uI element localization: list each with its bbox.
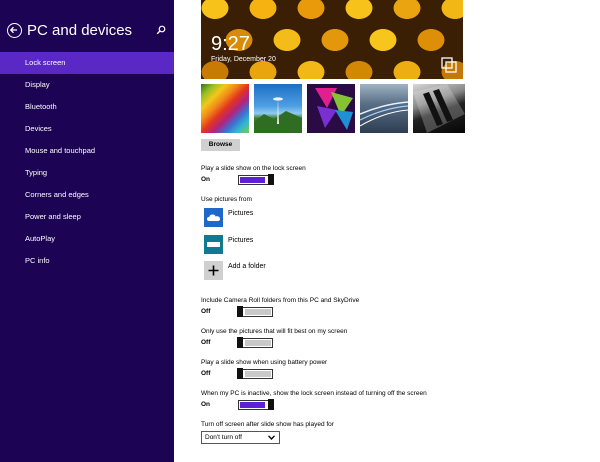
cloud-icon <box>204 208 223 227</box>
sidebar-item-lock-screen[interactable]: Lock screen <box>0 52 174 74</box>
turn-off-dropdown[interactable]: Don't turn off <box>201 431 280 444</box>
slideshow-toggle[interactable] <box>238 174 274 185</box>
browse-button[interactable]: Browse <box>201 139 240 151</box>
lock-screen-preview: 9:27 Friday, December 20 <box>201 0 463 79</box>
camera-roll-toggle[interactable] <box>237 306 273 317</box>
battery-state: Off <box>201 370 211 377</box>
drive-icon <box>204 235 223 254</box>
slideshow-state: On <box>201 176 211 183</box>
turn-off-value: Don't turn off <box>205 433 242 441</box>
inactive-label: When my PC is inactive, show the lock sc… <box>201 390 427 397</box>
sidebar-item-mouse-and-touchpad[interactable]: Mouse and touchpad <box>0 140 174 162</box>
thumbnail-geometric-shapes[interactable] <box>307 84 355 133</box>
picture-source-label: Pictures <box>228 210 254 217</box>
sidebar-item-display[interactable]: Display <box>0 74 174 96</box>
geometric-shapes-image <box>315 88 353 130</box>
light-trails-image <box>360 101 408 127</box>
best-fit-state: Off <box>201 339 211 346</box>
plus-icon <box>204 261 223 280</box>
sidebar-item-power-and-sleep[interactable]: Power and sleep <box>0 206 174 228</box>
sidebar-item-corners-and-edges[interactable]: Corners and edges <box>0 184 174 206</box>
thumbnail-light-trails[interactable] <box>360 84 408 133</box>
turn-off-label: Turn off screen after slide show has pla… <box>201 421 334 428</box>
camera-roll-label: Include Camera Roll folders from this PC… <box>201 297 360 304</box>
thumbnail-colorful-stripes[interactable] <box>201 84 249 133</box>
back-arrow-icon <box>9 26 17 34</box>
main-content: 9:27 Friday, December 20 Browse Play a s… <box>174 0 600 462</box>
sidebar: PC and devices Lock screen Display Bluet… <box>0 0 174 462</box>
preview-time: 9:27 <box>211 33 250 55</box>
sidebar-item-typing[interactable]: Typing <box>0 162 174 184</box>
space-needle-image <box>254 97 302 133</box>
best-fit-label: Only use the pictures that will fit best… <box>201 328 348 335</box>
add-folder-label: Add a folder <box>228 263 266 270</box>
slideshow-label: Play a slide show on the lock screen <box>201 165 306 172</box>
use-pictures-label: Use pictures from <box>201 196 252 203</box>
battery-label: Play a slide show when using battery pow… <box>201 359 328 366</box>
picture-thumbnails <box>201 84 465 133</box>
best-fit-toggle[interactable] <box>237 337 273 348</box>
thumbnail-piano-keys[interactable] <box>413 84 465 133</box>
inactive-toggle[interactable] <box>238 399 274 410</box>
sidebar-item-autoplay[interactable]: AutoPlay <box>0 228 174 250</box>
sidebar-item-devices[interactable]: Devices <box>0 118 174 140</box>
picture-source-label: Pictures <box>228 237 254 244</box>
chevron-down-icon <box>268 435 275 440</box>
battery-toggle[interactable] <box>237 368 273 379</box>
back-button[interactable] <box>7 23 22 38</box>
sidebar-item-pc-info[interactable]: PC info <box>0 250 174 272</box>
sidebar-nav: Lock screen Display Bluetooth Devices Mo… <box>0 52 174 272</box>
piano-keys-image <box>413 84 465 133</box>
screens-icon <box>441 57 457 73</box>
preview-date: Friday, December 20 <box>211 56 276 63</box>
sidebar-item-bluetooth[interactable]: Bluetooth <box>0 96 174 118</box>
inactive-state: On <box>201 401 211 408</box>
thumbnail-space-needle[interactable] <box>254 84 302 133</box>
sidebar-title: PC and devices <box>27 22 133 39</box>
search-icon[interactable] <box>156 25 166 35</box>
camera-roll-state: Off <box>201 308 211 315</box>
